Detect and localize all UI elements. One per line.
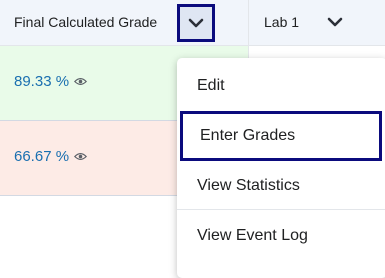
chevron-down-icon	[188, 18, 204, 28]
grade-cell: 89.33 %	[14, 73, 88, 90]
lab-1-menu-button[interactable]	[325, 12, 345, 32]
menu-separator	[177, 209, 385, 210]
menu-item-edit[interactable]: Edit	[177, 61, 385, 111]
grade-value-link[interactable]: 66.67 %	[14, 148, 69, 165]
menu-item-view-statistics[interactable]: View Statistics	[177, 161, 385, 211]
column-context-menu: Edit Enter Grades View Statistics View E…	[177, 58, 385, 278]
chevron-down-icon	[327, 17, 343, 27]
eye-icon	[74, 152, 88, 161]
column-title-final-grade: Final Calculated Grade	[14, 14, 158, 30]
grade-value-link[interactable]: 89.33 %	[14, 73, 69, 90]
grade-cell: 66.67 %	[14, 148, 88, 165]
menu-item-enter-grades[interactable]: Enter Grades	[180, 111, 382, 161]
eye-icon	[74, 77, 88, 86]
column-title-lab-1: Lab 1	[264, 14, 300, 30]
menu-item-view-event-log[interactable]: View Event Log	[177, 211, 385, 261]
grade-table-header: Final Calculated Grade Lab 1	[0, 0, 385, 46]
final-grade-menu-button[interactable]	[177, 4, 215, 42]
